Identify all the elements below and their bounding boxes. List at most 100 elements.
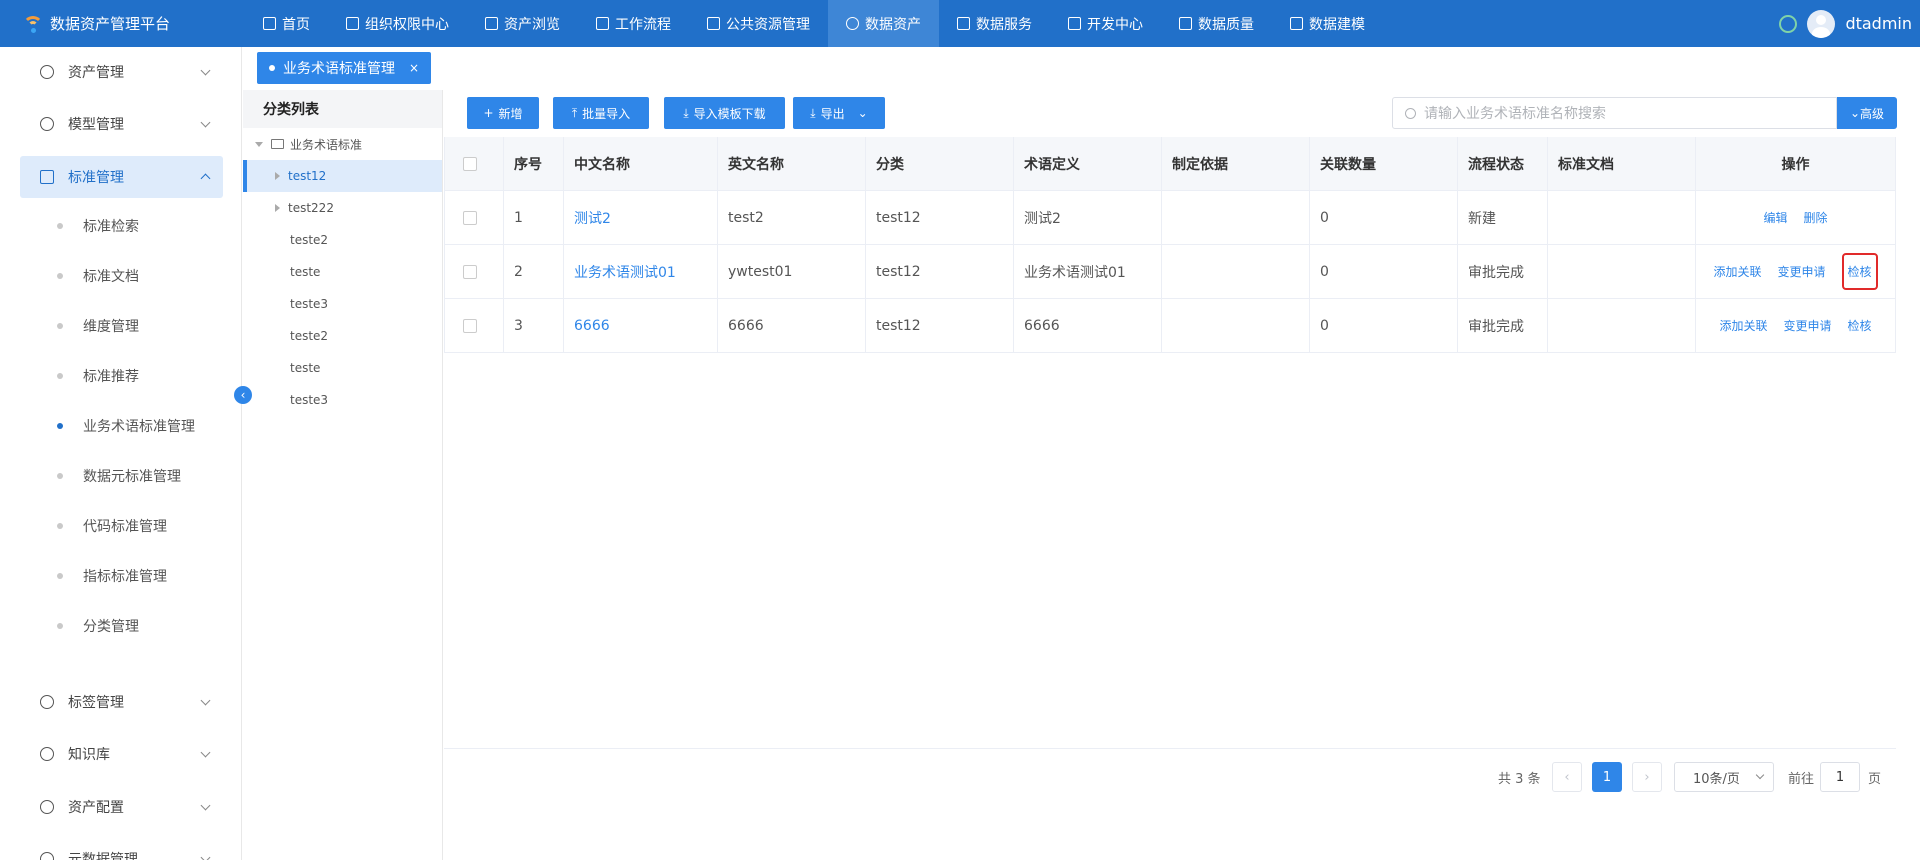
sidebar-subitem-3[interactable]: 标准推荐 [57,356,139,396]
row-action-link[interactable]: 添加关联 [1719,317,1767,334]
sidebar-subitem-6[interactable]: 代码标准管理 [57,506,167,546]
avatar[interactable] [1807,9,1836,38]
chevron-down-icon [1755,770,1765,780]
sidebar-item-1[interactable]: 模型管理 [20,103,223,145]
sidebar-item-label: 元数据管理 [68,852,138,860]
nav-item-label: 公共资源管理 [726,16,810,33]
goto-page-value[interactable]: 1 [1820,762,1860,792]
username[interactable]: dtadmin [1845,14,1912,33]
row-checkbox[interactable] [463,318,477,333]
row-action-link[interactable]: 添加关联 [1713,263,1761,280]
tree-node-label: teste2 [290,329,329,343]
nav-item-label: 工作流程 [615,16,671,33]
sidebar-subitem-7[interactable]: 指标标准管理 [57,556,167,596]
cell-no: 2 [504,245,564,298]
tree-node-label: teste2 [290,233,329,247]
nav-item-3[interactable]: 工作流程 [578,0,689,47]
cell-count: 0 [1310,245,1458,298]
search-input[interactable]: 请输入业务术语标准名称搜索 [1392,97,1837,129]
tree-node-label: test12 [288,169,327,183]
tree-node[interactable]: teste2 [243,320,442,352]
template-download-button[interactable]: ⤓ 导入模板下载 [664,97,785,129]
goto-page-input[interactable]: 1 [1820,762,1860,792]
advanced-search-button[interactable]: ⌄ 高级 [1837,97,1897,129]
chevron-down-icon [200,695,211,706]
page-size-select[interactable]: 10条/页 [1674,762,1774,792]
sidebar-item-4[interactable]: 知识库 [20,733,223,775]
row-checkbox[interactable] [463,210,477,225]
page-1-button[interactable]: 1 [1592,762,1622,792]
sidebar-item-3[interactable]: 标签管理 [20,681,223,723]
tree-node[interactable]: teste [243,256,442,288]
nav-item-6[interactable]: 数据服务 [939,0,1050,47]
cell-basis [1162,245,1310,298]
column-header: 序号 [504,137,564,190]
row-action-link[interactable]: 变更申请 [1783,317,1831,334]
cell-cn[interactable]: 测试2 [564,191,718,244]
batch-import-button[interactable]: ⤒ 批量导入 [553,97,649,129]
nav-item-2[interactable]: 资产浏览 [467,0,578,47]
cell-doc [1548,299,1696,352]
sidebar-subitem-0[interactable]: 标准检索 [57,206,139,246]
row-action-link[interactable]: 删除 [1804,209,1828,226]
sidebar-item-5[interactable]: 资产配置 [20,786,223,828]
cell-operations: 添加关联 变更申请 检核 [1696,299,1896,352]
cell-category: test12 [866,191,1014,244]
tree-root[interactable]: 业务术语标准 [243,128,442,160]
export-label: 导出 [820,106,845,121]
export-button[interactable]: ⤓ 导出 ⌄ [793,97,885,129]
prev-page-button[interactable]: ‹ [1552,762,1582,792]
caret-right-icon[interactable] [275,204,280,212]
tree-node[interactable]: teste3 [243,384,442,416]
tree-node[interactable]: teste3 [243,288,442,320]
row-checkbox[interactable] [463,264,477,279]
nav-item-4[interactable]: 公共资源管理 [689,0,828,47]
close-icon[interactable]: × [409,61,419,75]
assistant-icon[interactable] [1779,14,1798,33]
nav-item-9[interactable]: 数据建模 [1272,0,1383,47]
divider [444,748,1896,749]
row-action-link[interactable]: 检核 [1848,317,1872,334]
caret-down-icon[interactable] [255,141,263,147]
row-checkbox-cell [444,191,504,244]
add-button-label: 新增 [498,106,523,121]
tab-business-term[interactable]: 业务术语标准管理 × [257,52,432,84]
caret-right-icon[interactable] [275,172,280,180]
nav-item-0[interactable]: 首页 [245,0,328,47]
row-checkbox-cell [444,245,504,298]
sidebar-item-2[interactable]: 标准管理 [20,156,223,198]
current-page[interactable]: 1 [1592,762,1622,792]
sidebar-item-0[interactable]: 资产管理 [20,51,223,93]
cell-count: 0 [1310,191,1458,244]
collapse-sidebar-button[interactable]: ‹ [234,386,252,404]
tree-node-label: teste [290,265,321,279]
tree-node[interactable]: teste [243,352,442,384]
sidebar-subitem-5[interactable]: 数据元标准管理 [57,456,181,496]
cell-cn[interactable]: 6666 [564,299,718,352]
sidebar-item-label: 资产配置 [68,800,124,816]
row-action-link[interactable]: 检核 [1841,253,1878,290]
page-size-value: 10条/页 [1693,771,1740,787]
add-button[interactable]: + 新增 [467,97,539,129]
tree-node[interactable]: test222 [243,192,442,224]
tree-node[interactable]: test12 [243,160,442,192]
cell-definition: 测试2 [1014,191,1162,244]
sidebar-subitem-4[interactable]: 业务术语标准管理 [57,406,195,446]
select-all-checkbox[interactable] [463,156,477,171]
next-page-button[interactable]: › [1632,762,1662,792]
sidebar-item-6[interactable]: 元数据管理 [20,838,223,860]
row-action-link[interactable]: 编辑 [1763,209,1787,226]
sidebar-subitem-8[interactable]: 分类管理 [57,606,139,646]
chart-icon [957,17,970,30]
app-logo[interactable]: 数据资产管理平台 [0,0,245,47]
nav-item-1[interactable]: 组织权限中心 [328,0,467,47]
sidebar-subitem-1[interactable]: 标准文档 [57,256,139,296]
sidebar-subitem-2[interactable]: 维度管理 [57,306,139,346]
nav-item-7[interactable]: 开发中心 [1050,0,1161,47]
row-action-link[interactable]: 变更申请 [1777,263,1825,280]
nav-item-8[interactable]: 数据质量 [1161,0,1272,47]
header-checkbox-cell [444,137,504,190]
nav-item-5[interactable]: 数据资产 [828,0,939,47]
cell-cn[interactable]: 业务术语测试01 [564,245,718,298]
tree-node[interactable]: teste2 [243,224,442,256]
